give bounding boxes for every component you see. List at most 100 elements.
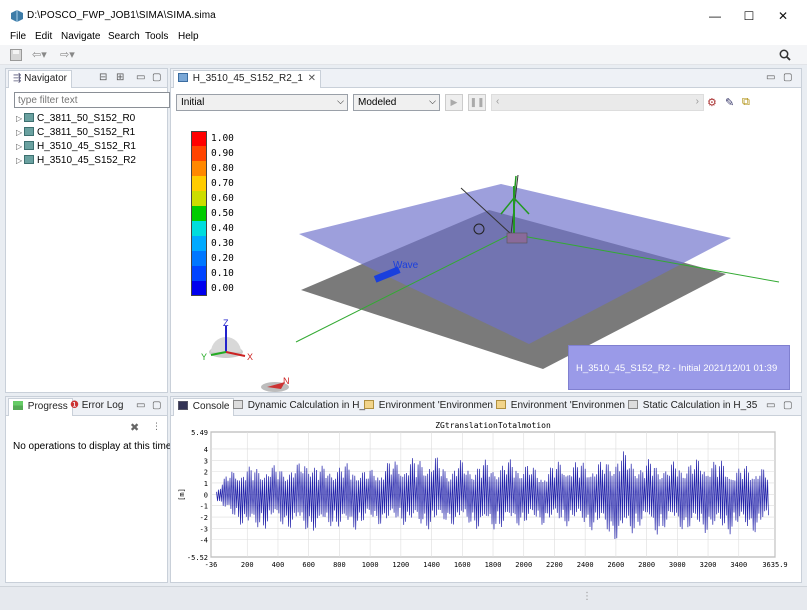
time-slider[interactable]: ‹ › [491, 94, 704, 111]
console-icon [178, 401, 188, 410]
y-tick-label: 0 [204, 491, 208, 499]
x-tick-label: 2000 [515, 561, 532, 569]
progress-panel: Progress ❶ Error Log ▭ ▢ ✖ ⋮ No operatio… [5, 396, 174, 583]
close-tab-icon[interactable]: ✕ [308, 73, 316, 84]
maximize-console-icon[interactable]: ▢ [783, 400, 792, 411]
scene-settings-icon[interactable]: ⚙ [707, 96, 717, 109]
export-icon[interactable]: ⧉ [742, 96, 750, 109]
tab-progress-label: Progress [27, 401, 68, 412]
menu-bar: File Edit Navigate Search Tools Help [0, 29, 807, 45]
pause-button[interactable]: ❚❚ [468, 94, 486, 111]
y-axis-label: [m] [178, 488, 186, 501]
north-label: N [283, 376, 290, 386]
y-tick-label: -1 [200, 503, 208, 511]
tab-environment-1[interactable]: Environment 'Environmen [360, 398, 497, 416]
scene-tab-icon [178, 73, 188, 82]
tab-environment-1-label: Environment 'Environmen [378, 400, 493, 411]
chevron-right-icon[interactable]: ▷ [16, 142, 24, 151]
close-button[interactable]: ✕ [768, 6, 798, 26]
tab-navigator[interactable]: ⇶ Navigator [8, 70, 72, 88]
view-menu-icon[interactable]: ⋮ [152, 421, 161, 432]
maximize-panel-icon[interactable]: ▢ [152, 72, 161, 83]
calculation-icon [233, 400, 243, 409]
play-button[interactable]: ▶ [445, 94, 463, 111]
chevron-right-icon[interactable]: ▷ [16, 156, 24, 165]
window-title: D:\POSCO_FWP_JOB1\SIMA\SIMA.sima [27, 10, 216, 21]
tree-item-label: C_3811_50_S152_R0 [37, 113, 136, 124]
maximize-panel-icon[interactable]: ▢ [152, 400, 161, 411]
tab-error-log-label: Error Log [81, 400, 124, 411]
status-grip-icon: ⋮ [582, 591, 592, 602]
menu-file[interactable]: File [10, 31, 26, 42]
tab-environment-2[interactable]: Environment 'Environmen [492, 398, 629, 416]
tab-editor-label: H_3510_45_S152_R2_1 [192, 73, 303, 84]
sima-app-icon [11, 10, 23, 22]
chevron-right-icon[interactable]: ▷ [16, 114, 24, 123]
progress-icon [13, 401, 23, 410]
console-panel: Console Dynamic Calculation in H_ Enviro… [170, 396, 802, 583]
forward-arrow-icon[interactable]: ⇨▾ [60, 48, 75, 61]
environment-icon [364, 400, 374, 409]
navigator-filter-input[interactable] [14, 92, 170, 108]
menu-navigate[interactable]: Navigate [61, 31, 100, 42]
tab-editor-scene[interactable]: H_3510_45_S152_R2_1 ✕ [173, 70, 322, 88]
link-editor-icon[interactable]: ⊞ [116, 72, 124, 83]
axis-y-label: Y [201, 352, 207, 362]
tab-dynamic-calculation[interactable]: Dynamic Calculation in H_ [229, 398, 369, 416]
tab-dynamic-calculation-label: Dynamic Calculation in H_ [247, 400, 366, 411]
tab-progress[interactable]: Progress [8, 398, 73, 416]
menu-tools[interactable]: Tools [145, 31, 168, 42]
remove-all-icon[interactable]: ✖ [130, 421, 139, 434]
search-icon[interactable] [779, 49, 791, 61]
save-icon[interactable] [10, 49, 22, 61]
tab-static-calculation[interactable]: Static Calculation in H_35 [624, 398, 761, 416]
x-tick-label: 3635.9 [762, 561, 787, 569]
tree-item-c-3811-50-s152-r0[interactable]: ▷ C_3811_50_S152_R0 [16, 113, 135, 127]
minimize-console-icon[interactable]: ▭ [766, 400, 775, 411]
model-icon [24, 127, 34, 136]
x-tick-label: 600 [302, 561, 315, 569]
time-series-chart[interactable]: 5.4943210-1-2-3-4-5.52-36 200 400 600 800 100… [171, 417, 801, 583]
x-tick-label: 1800 [485, 561, 502, 569]
mode-select[interactable]: Modeled ⌵ [353, 94, 440, 111]
x-tick-label: 800 [333, 561, 346, 569]
tab-error-log[interactable]: ❶ Error Log [66, 398, 127, 416]
tab-static-calculation-label: Static Calculation in H_35 [642, 400, 758, 411]
y-tick-label: 3 [204, 457, 208, 465]
title-bar: D:\POSCO_FWP_JOB1\SIMA\SIMA.sima — ☐ ✕ [0, 0, 807, 30]
error-log-icon: ❶ [70, 400, 79, 411]
model-icon [24, 113, 34, 122]
pencil-icon[interactable]: ✎ [725, 96, 734, 109]
axis-triad: Z X Y [201, 318, 253, 362]
minimize-panel-icon[interactable]: ▭ [136, 400, 145, 411]
slider-left-icon[interactable]: ‹ [496, 96, 499, 107]
menu-help[interactable]: Help [178, 31, 199, 42]
wave-label: Wave [393, 260, 419, 271]
collapse-all-icon[interactable]: ⊟ [99, 72, 107, 83]
minimize-panel-icon[interactable]: ▭ [136, 72, 145, 83]
tree-item-c-3811-50-s152-r1[interactable]: ▷ C_3811_50_S152_R1 [16, 127, 135, 141]
chevron-right-icon[interactable]: ▷ [16, 128, 24, 137]
tab-environment-2-label: Environment 'Environmen [510, 400, 625, 411]
chevron-down-icon: ⌵ [429, 96, 436, 106]
y-tick-label: -3 [200, 525, 208, 533]
x-tick-label: 1000 [362, 561, 379, 569]
calculation-icon [628, 400, 638, 409]
north-compass-icon: N [261, 376, 290, 392]
slider-right-icon[interactable]: › [696, 96, 699, 107]
menu-search[interactable]: Search [108, 31, 140, 42]
tree-item-h-3510-45-s152-r1[interactable]: ▷ H_3510_45_S152_R1 [16, 141, 136, 155]
maximize-button[interactable]: ☐ [734, 6, 764, 26]
x-tick-label: 200 [241, 561, 254, 569]
tree-item-label: H_3510_45_S152_R2 [37, 155, 136, 166]
minimize-button[interactable]: — [700, 6, 730, 26]
minimize-editor-icon[interactable]: ▭ [766, 72, 775, 83]
tab-console[interactable]: Console [173, 398, 235, 416]
x-tick-label: 400 [272, 561, 285, 569]
menu-edit[interactable]: Edit [35, 31, 52, 42]
back-arrow-icon[interactable]: ⇦▾ [32, 48, 47, 61]
maximize-editor-icon[interactable]: ▢ [783, 72, 792, 83]
condition-select[interactable]: Initial ⌵ [176, 94, 348, 111]
y-tick-label: 2 [204, 469, 208, 477]
tree-item-h-3510-45-s152-r2[interactable]: ▷ H_3510_45_S152_R2 [16, 155, 136, 169]
